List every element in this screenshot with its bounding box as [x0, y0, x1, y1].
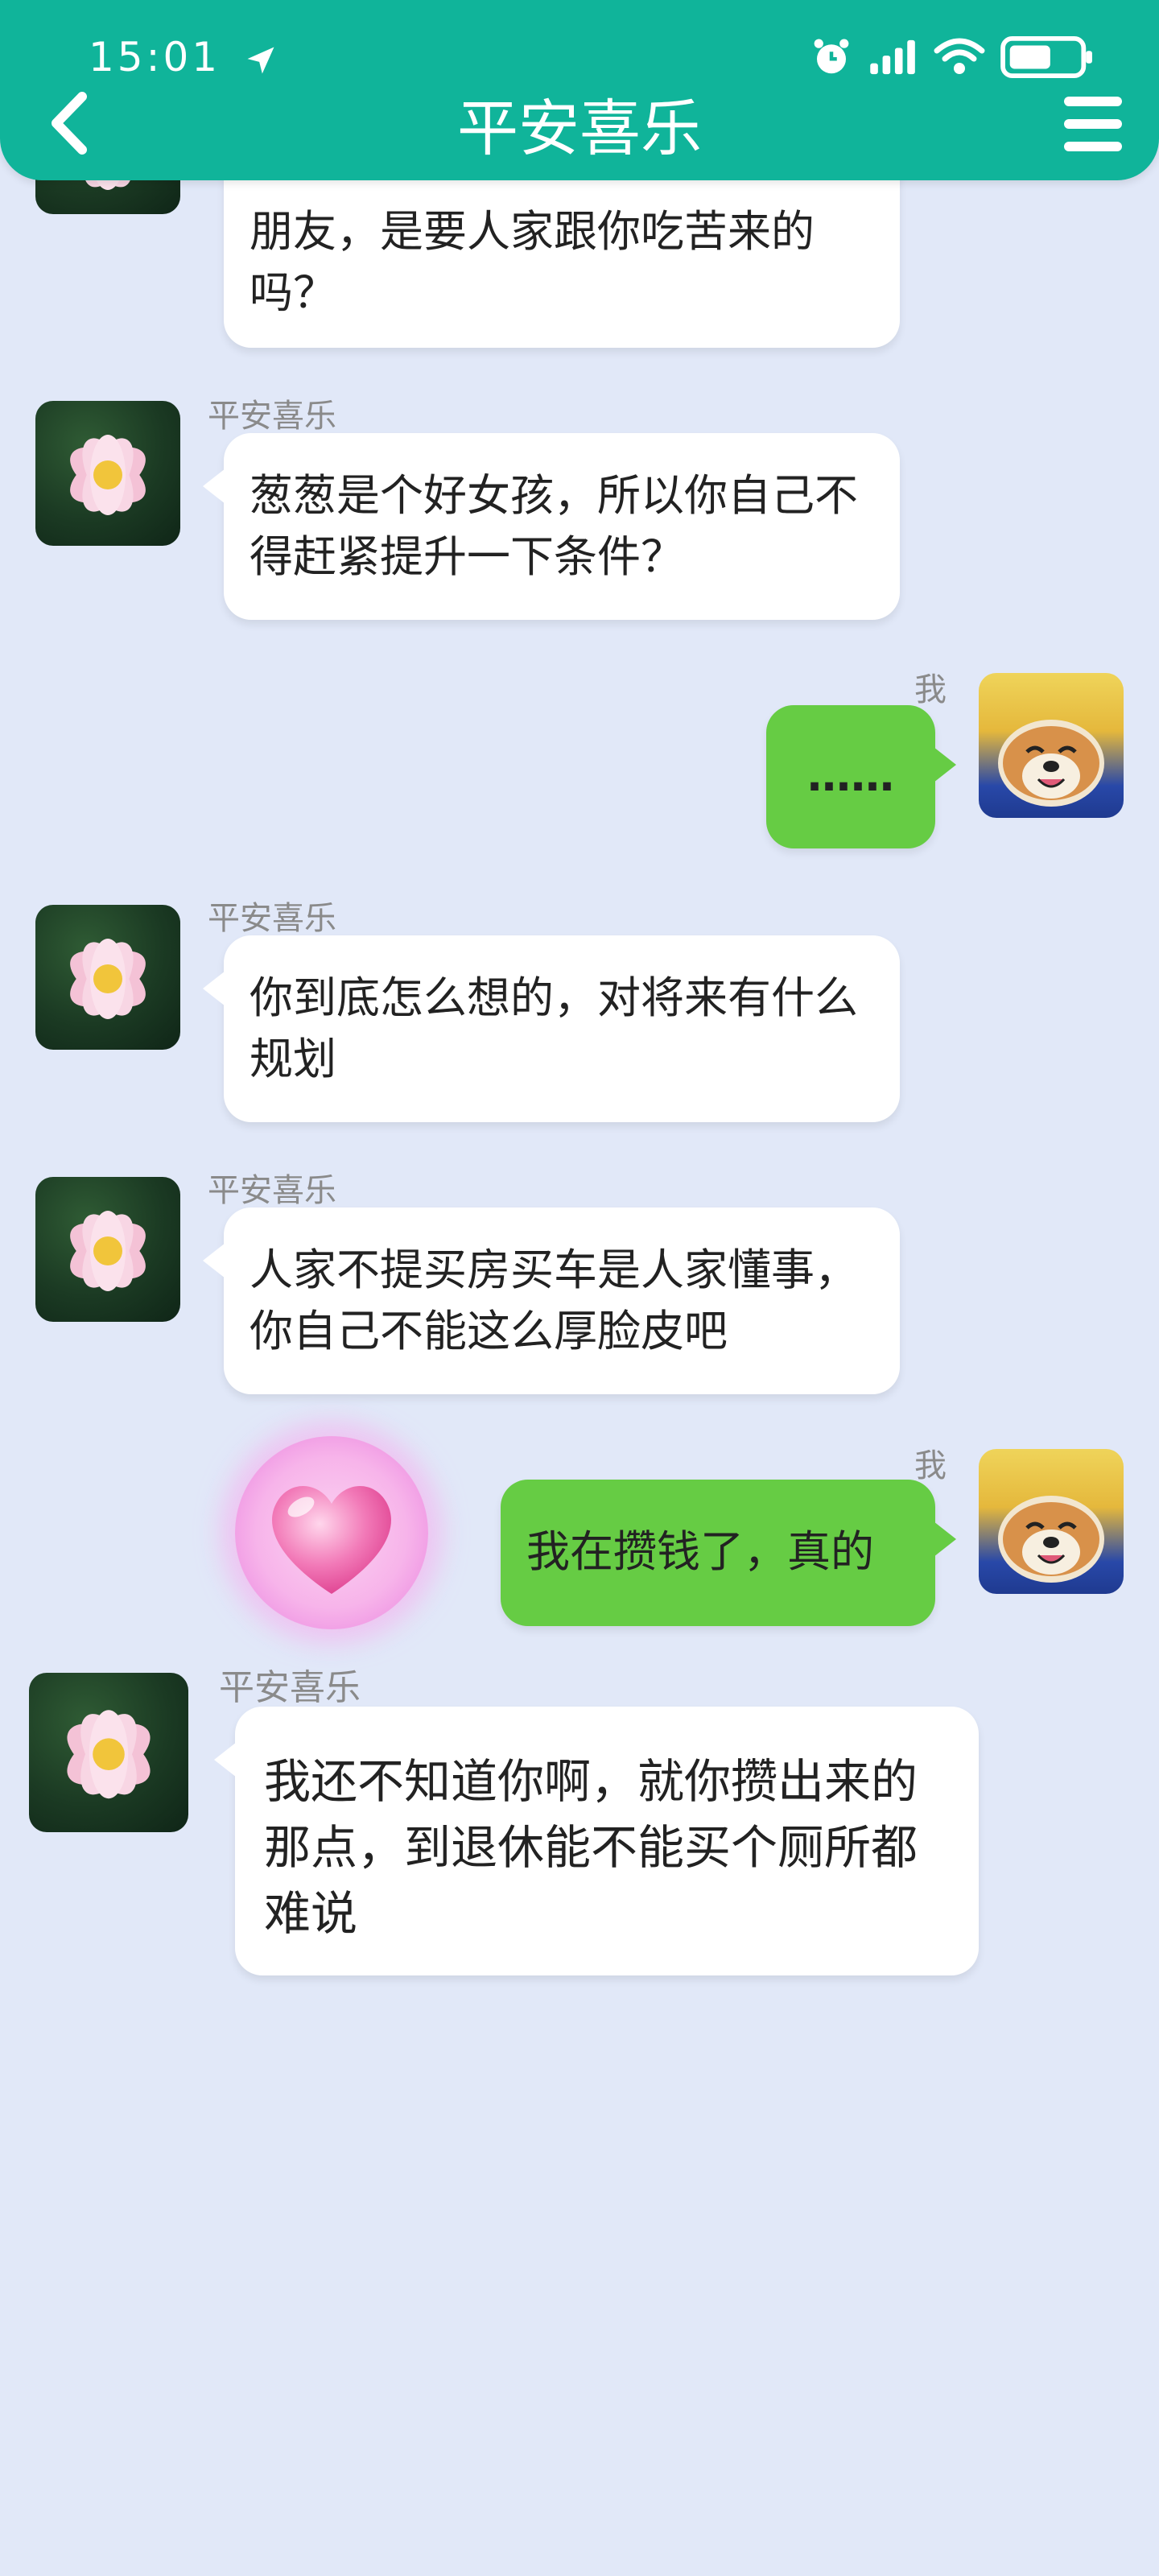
avatar[interactable] [35, 905, 180, 1050]
message-bubble[interactable]: 你到底怎么想的，对将来有什么规划 [203, 935, 900, 1122]
avatar[interactable] [35, 401, 180, 546]
message-bubble[interactable]: …… [766, 705, 956, 848]
app-header: 15:01 平安喜乐 [0, 0, 1159, 180]
status-time: 15:01 [89, 34, 278, 80]
menu-button[interactable] [1061, 95, 1125, 153]
sender-name: 我 [914, 671, 947, 708]
chat-area[interactable]: 朋友，是要人家跟你吃苦来的吗？ 平安喜乐 葱葱是个好女孩，所以你自己不得赶紧提升… [0, 0, 1159, 2576]
message-bubble[interactable]: 葱葱是个好女孩，所以你自己不得赶紧提升一下条件？ [203, 433, 900, 620]
location-arrow-icon [247, 47, 274, 73]
sender-name: 平安喜乐 [208, 1172, 336, 1209]
avatar[interactable] [29, 1673, 188, 1832]
sender-name: 平安喜乐 [219, 1667, 361, 1708]
signal-icon [870, 39, 915, 75]
battery-icon [1000, 35, 1092, 79]
wifi-icon [934, 38, 985, 74]
sender-name: 我 [914, 1447, 947, 1484]
page-title: 平安喜乐 [457, 93, 702, 164]
message-bubble[interactable]: 人家不提买房买车是人家懂事，你自己不能这么厚脸皮吧 [203, 1208, 900, 1394]
avatar[interactable] [979, 1449, 1124, 1594]
alarm-icon [814, 39, 849, 74]
avatar[interactable] [35, 1177, 180, 1322]
message-bubble[interactable]: 我还不知道你啊，就你攒出来的那点，到退休能不能买个厕所都难说 [214, 1707, 979, 1975]
message-bubble[interactable]: 我在攒钱了，真的 [501, 1480, 956, 1626]
sender-name: 平安喜乐 [208, 398, 336, 435]
menu-icon [1064, 97, 1122, 106]
avatar[interactable] [979, 673, 1124, 818]
sender-name: 平安喜乐 [208, 900, 336, 937]
status-icons [810, 35, 1095, 79]
heart-sticker[interactable] [235, 1436, 428, 1629]
